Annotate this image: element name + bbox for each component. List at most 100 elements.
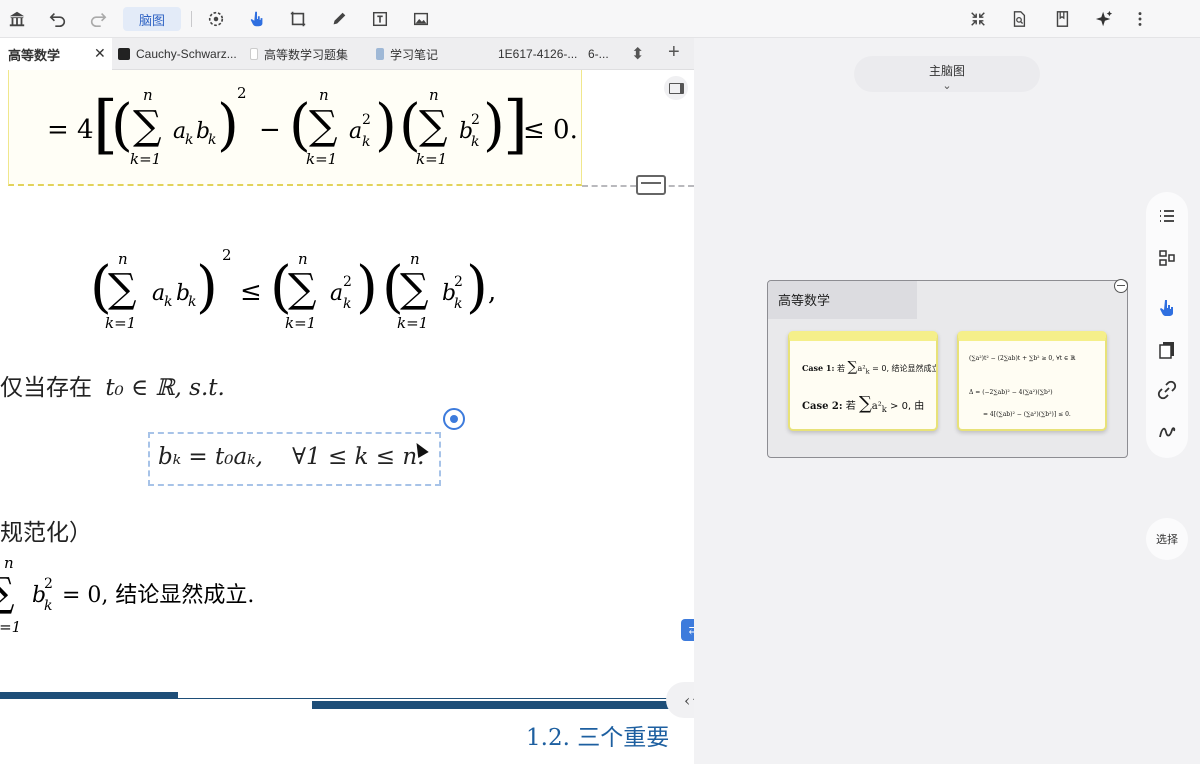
pen-icon[interactable] [326,6,352,32]
tab-study-notes[interactable]: 学习笔记 [372,38,492,70]
svg-text:k=1: k=1 [306,150,337,168]
link-icon[interactable] [1155,378,1179,402]
svg-text:2: 2 [222,246,232,264]
svg-text:2: 2 [454,274,463,290]
svg-text:∑: ∑ [0,570,15,616]
panel-toggle-icon[interactable] [664,76,688,100]
svg-text:k: k [185,132,193,148]
card-icon[interactable] [636,175,666,195]
sum-symbol: ∑ [133,103,162,149]
svg-text:k: k [454,296,462,312]
list-icon[interactable] [1155,204,1179,228]
document-icon[interactable] [1155,338,1179,362]
svg-text:∑: ∑ [419,103,448,149]
chevron-right-icon[interactable]: ❯ [1092,331,1100,340]
note-card-discriminant[interactable]: ●●● ❯ (∑a²)t² − (2∑ab)t + ∑b² ≥ 0, ∀t ∈ … [957,331,1107,431]
svg-text:k: k [208,132,216,148]
redo-icon[interactable] [85,6,111,32]
side-toolbar [1146,192,1188,458]
collapse-node-icon[interactable] [1114,279,1128,293]
svg-text:∑: ∑ [400,266,429,312]
note-card-cases[interactable]: ●●● ❯ Case 1: 若 ∑a²k = 0, 结论显然成立. Case 2… [788,331,938,431]
text-fragment: 仅当存在 [0,375,92,401]
select-button[interactable]: 选择 [1146,518,1188,560]
search-doc-icon[interactable] [1006,6,1032,32]
card-line3: = 4[(∑ab)² − (∑a²)(∑b²)] ≤ 0. [983,411,1071,418]
chevron-right-icon[interactable]: ❯ [923,331,931,340]
mindmap-canvas[interactable]: 主脑图 ⌄ 高等数学 ●●● ❯ Case 1: 若 ∑a²k = 0, 结论显… [694,38,1200,764]
svg-text:k: k [164,294,172,310]
tab-overflow[interactable]: 6-... [588,38,618,70]
tab-label: 高等数学 [8,47,61,63]
heading-normalization: 规范化） [0,520,92,546]
library-icon[interactable] [4,6,30,32]
node-title: 高等数学 [768,281,917,319]
collapse-icon[interactable] [965,6,991,32]
page-nav-pill[interactable]: ‹ · › [666,682,694,718]
tab-sort-icon[interactable]: ⬍ [631,44,644,64]
svg-text:∑: ∑ [309,103,338,149]
equation-bk-t0ak: bₖ = t₀aₖ, ∀1 ≤ k ≤ n. [158,444,425,470]
hand-pointer-icon[interactable] [1155,296,1179,320]
page-footer-rule [0,698,694,699]
svg-text:(: ( [289,93,311,158]
text-line-t0: 仅当存在 t₀ ∈ ℝ, s.t. [0,368,225,402]
swap-panes-button[interactable]: ⇄ [681,619,694,641]
svg-text:k: k [362,134,370,150]
notebook-icon [376,48,384,60]
svg-text:k=1: k=1 [105,314,136,332]
undo-icon[interactable] [45,6,71,32]
image-icon[interactable] [408,6,434,32]
mindmap-mode-button[interactable]: 脑图 [123,7,181,31]
svg-text:2: 2 [343,274,352,290]
svg-text:2: 2 [44,576,53,592]
ai-sparkle-icon[interactable] [1091,6,1117,32]
math-fragment: t₀ ∈ ℝ, s.t. [105,375,225,401]
selected-equation-box[interactable]: bₖ = t₀aₖ, ∀1 ≤ k ≤ n. [148,432,441,486]
more-icon[interactable] [1127,6,1153,32]
mindmap-node[interactable]: 高等数学 ●●● ❯ Case 1: 若 ∑a²k = 0, 结论显然成立. C… [767,279,1128,458]
crop-icon[interactable] [285,6,311,32]
add-tab-icon[interactable]: + [668,41,680,64]
card-handle-icon: ●●● [965,331,987,339]
highlighted-equation-block[interactable]: = 4 [ ( ∑ n k=1 a k b k ) 2 − ( ∑ n k=1 … [8,70,582,186]
layout-icon[interactable] [1155,246,1179,270]
curve-icon[interactable] [1155,420,1179,444]
tab-cauchy-schwarz[interactable]: Cauchy-Schwarz... [114,38,242,70]
mindmap-title: 主脑图 [928,64,965,78]
lasso-icon[interactable] [203,6,229,32]
page-footer-bar-right [312,701,694,709]
svg-text:): ) [375,93,397,158]
svg-text:k=1: k=1 [130,150,161,168]
svg-text:−: − [259,115,281,145]
svg-text:): ) [483,93,505,158]
svg-text:∑: ∑ [288,266,317,312]
toolbar-divider [191,11,192,27]
close-icon[interactable]: ✕ [94,45,106,62]
tab-file-id[interactable]: 1E617-4126-... [496,38,588,70]
svg-text:= 0, 结论显然成立.: = 0, 结论显然成立. [62,583,254,608]
tab-label: 1E617-4126-... [498,47,578,61]
card-line2: Δ = (−2∑ab)² − 4(∑a²)(∑b²) [969,389,1053,396]
document-pane: = 4 [ ( ∑ n k=1 a k b k ) 2 − ( ∑ n k=1 … [0,70,694,764]
svg-text:a: a [349,119,362,144]
target-icon[interactable] [443,408,465,430]
bookmark-icon[interactable] [1049,6,1075,32]
svg-text:n: n [429,86,439,104]
card-case2: Case 2: 若 ∑a²k > 0, 由 [802,393,925,414]
tab-label: 高等数学习题集 [264,47,349,62]
tab-exercise-set[interactable]: 高等数学习题集 [246,38,370,70]
svg-text:≤ 0.: ≤ 0. [523,115,578,145]
svg-text:): ) [196,255,218,320]
chevron-left-icon[interactable]: ‹ [684,691,690,710]
hand-pointer-icon[interactable] [244,6,270,32]
svg-text:∑: ∑ [108,266,137,312]
mindmap-selector[interactable]: 主脑图 ⌄ [854,56,1040,92]
text-box-icon[interactable] [367,6,393,32]
card-line1: (∑a²)t² − (2∑ab)t + ∑b² ≥ 0, ∀t ∈ ℝ [969,355,1076,362]
chevron-down-icon: ⌄ [942,80,952,92]
svg-text:n: n [319,86,329,104]
tab-label: 学习笔记 [390,47,439,62]
svg-text:n: n [118,250,128,268]
svg-text:k: k [343,296,351,312]
